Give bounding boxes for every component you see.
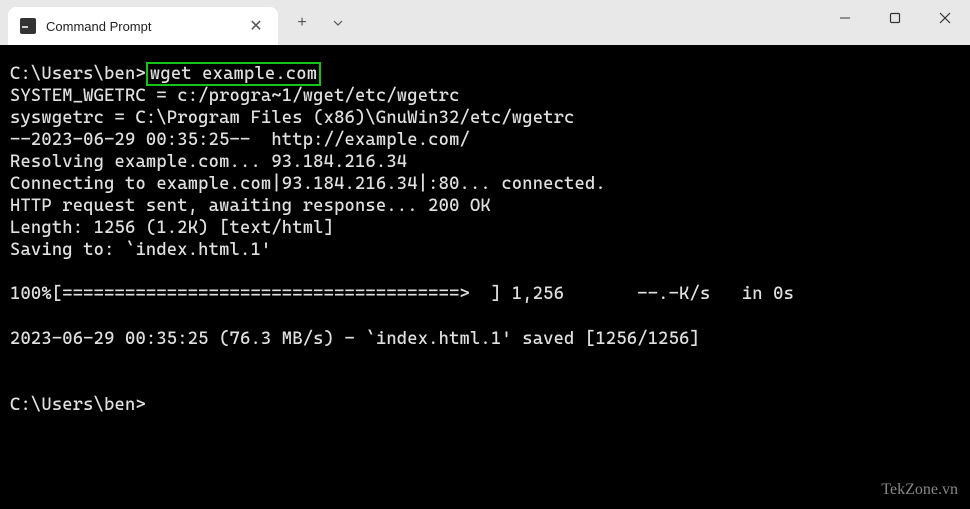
prompt: C:\Users\ben> [10, 64, 146, 84]
watermark: TekZone.vn [881, 481, 958, 499]
tab-close-button[interactable]: ✕ [248, 18, 264, 34]
terminal-icon [20, 18, 36, 34]
output-line: Saving to: `index.html.1' [10, 240, 271, 260]
tab-title: Command Prompt [46, 19, 238, 34]
output-line: SYSTEM_WGETRC = c:/progra~1/wget/etc/wge… [10, 86, 460, 106]
entered-command: wget example.com [146, 62, 321, 86]
close-button[interactable] [920, 0, 970, 36]
titlebar: Command Prompt ✕ + [0, 0, 970, 45]
command-prompt-window: Command Prompt ✕ + [0, 0, 970, 509]
terminal-output[interactable]: C:\Users\ben>wget example.com SYSTEM_WGE… [0, 45, 970, 509]
maximize-icon [889, 12, 901, 24]
window-controls [820, 0, 970, 45]
maximize-button[interactable] [870, 0, 920, 36]
output-line: HTTP request sent, awaiting response... … [10, 196, 491, 216]
output-line: 100%[===================================… [10, 284, 794, 304]
output-line: syswgetrc = C:\Program Files (x86)\GnuWi… [10, 108, 575, 128]
prompt: C:\Users\ben> [10, 395, 146, 415]
new-tab-button[interactable]: + [286, 7, 318, 39]
output-line: 2023-06-29 00:35:25 (76.3 MB/s) - `index… [10, 329, 700, 349]
minimize-button[interactable] [820, 0, 870, 36]
output-line: Resolving example.com... 93.184.216.34 [10, 152, 407, 172]
output-line: Length: 1256 (1.2K) [text/html] [10, 218, 334, 238]
tab-command-prompt[interactable]: Command Prompt ✕ [8, 7, 278, 45]
chevron-down-icon [332, 17, 344, 29]
output-line: --2023-06-29 00:35:25-- http://example.c… [10, 130, 470, 150]
minimize-icon [839, 12, 851, 24]
output-line: Connecting to example.com|93.184.216.34|… [10, 174, 606, 194]
close-icon [939, 12, 951, 24]
tab-dropdown-button[interactable] [322, 7, 354, 39]
